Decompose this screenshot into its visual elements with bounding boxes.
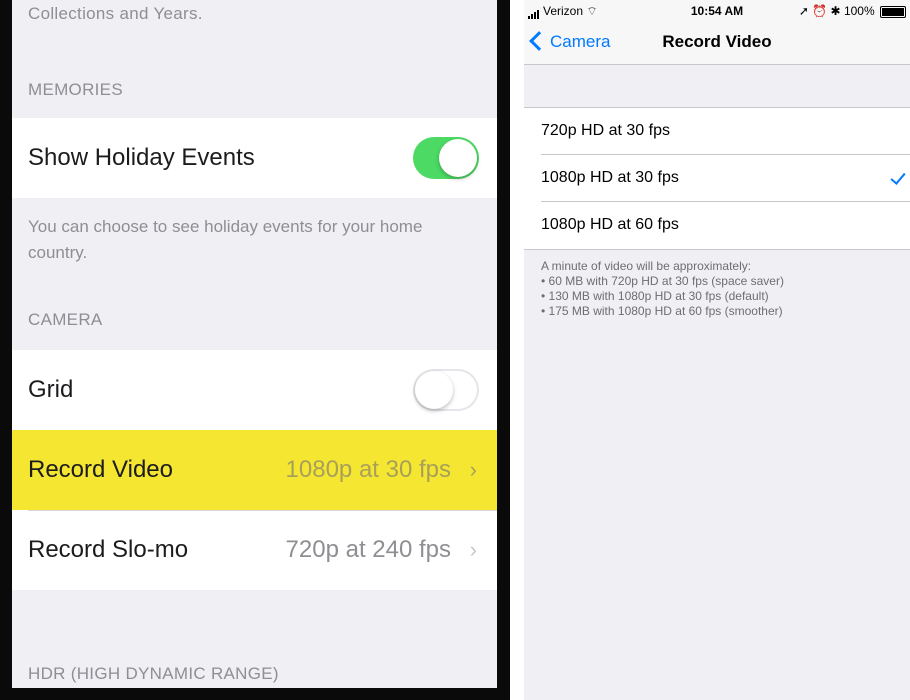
footer-line: • 60 MB with 720p HD at 30 fps (space sa…: [541, 274, 784, 288]
record-video-value: 1080p at 30 fps: [285, 456, 451, 483]
record-video-screen: Verizon ⌔ 10:54 AM ➚ ⏰ ✱ 100% Camera Rec…: [524, 0, 910, 700]
status-right: ➚ ⏰ ✱ 100%: [799, 4, 906, 18]
grid-row: Grid: [12, 350, 497, 430]
chevron-right-icon: ›: [469, 457, 477, 482]
toggle-knob: [415, 371, 453, 409]
battery-percent: 100%: [843, 4, 875, 18]
phone-frame-bottom: [0, 688, 510, 700]
record-slomo-row[interactable]: Record Slo-mo 720p at 240 fps ›: [12, 510, 497, 590]
toggle-knob: [439, 139, 477, 177]
record-video-label: Record Video: [28, 456, 173, 483]
size-footer: A minute of video will be approximately:…: [541, 259, 901, 319]
camera-section-header: CAMERA: [28, 310, 103, 329]
row-divider: [28, 510, 497, 511]
footer-line: • 130 MB with 1080p HD at 30 fps (defaul…: [541, 289, 769, 303]
navigation-bar: Camera Record Video: [524, 20, 910, 65]
grid-toggle[interactable]: [413, 369, 479, 411]
nav-title: Record Video: [662, 32, 772, 51]
holiday-events-footer: You can choose to see holiday events for…: [28, 217, 423, 262]
memories-section-header: MEMORIES: [28, 80, 123, 99]
status-bar: Verizon ⌔ 10:54 AM ➚ ⏰ ✱ 100%: [524, 0, 910, 20]
cut-off-text: Collections and Years.: [28, 4, 203, 23]
option-label: 1080p HD at 60 fps: [541, 216, 679, 233]
location-icon: ➚: [798, 4, 809, 18]
option-label: 1080p HD at 30 fps: [541, 169, 679, 186]
option-1080p-30[interactable]: 1080p HD at 30 fps: [524, 155, 910, 202]
option-1080p-60[interactable]: 1080p HD at 60 fps: [524, 202, 910, 249]
settings-zoom-panel: Collections and Years. MEMORIES Show Hol…: [0, 0, 510, 700]
show-holiday-events-row: Show Holiday Events: [12, 118, 497, 198]
bluetooth-icon: ✱: [830, 4, 841, 18]
option-label: 720p HD at 30 fps: [541, 122, 670, 139]
phone-frame-left: [0, 0, 12, 700]
option-720p-30[interactable]: 720p HD at 30 fps: [524, 108, 910, 155]
show-holiday-events-toggle[interactable]: [413, 137, 479, 179]
checkmark-icon: [890, 169, 906, 185]
record-slomo-label: Record Slo-mo: [28, 536, 189, 563]
resolution-options: 720p HD at 30 fps 1080p HD at 30 fps 108…: [524, 107, 910, 250]
phone-frame-right: [497, 0, 510, 700]
show-holiday-events-label: Show Holiday Events: [28, 144, 255, 171]
footer-intro: A minute of video will be approximately:: [541, 259, 752, 273]
footer-line: • 175 MB with 1080p HD at 60 fps (smooth…: [541, 304, 783, 318]
alarm-icon: ⏰: [812, 4, 828, 18]
settings-screen: Collections and Years. MEMORIES Show Hol…: [12, 0, 497, 688]
hdr-section-header: HDR (HIGH DYNAMIC RANGE): [28, 664, 279, 683]
record-slomo-value: 720p at 240 fps: [285, 536, 451, 563]
grid-label: Grid: [28, 376, 74, 403]
record-video-row[interactable]: Record Video 1080p at 30 fps ›: [12, 430, 497, 510]
chevron-right-icon: ›: [469, 537, 477, 562]
battery-icon: [880, 5, 906, 18]
